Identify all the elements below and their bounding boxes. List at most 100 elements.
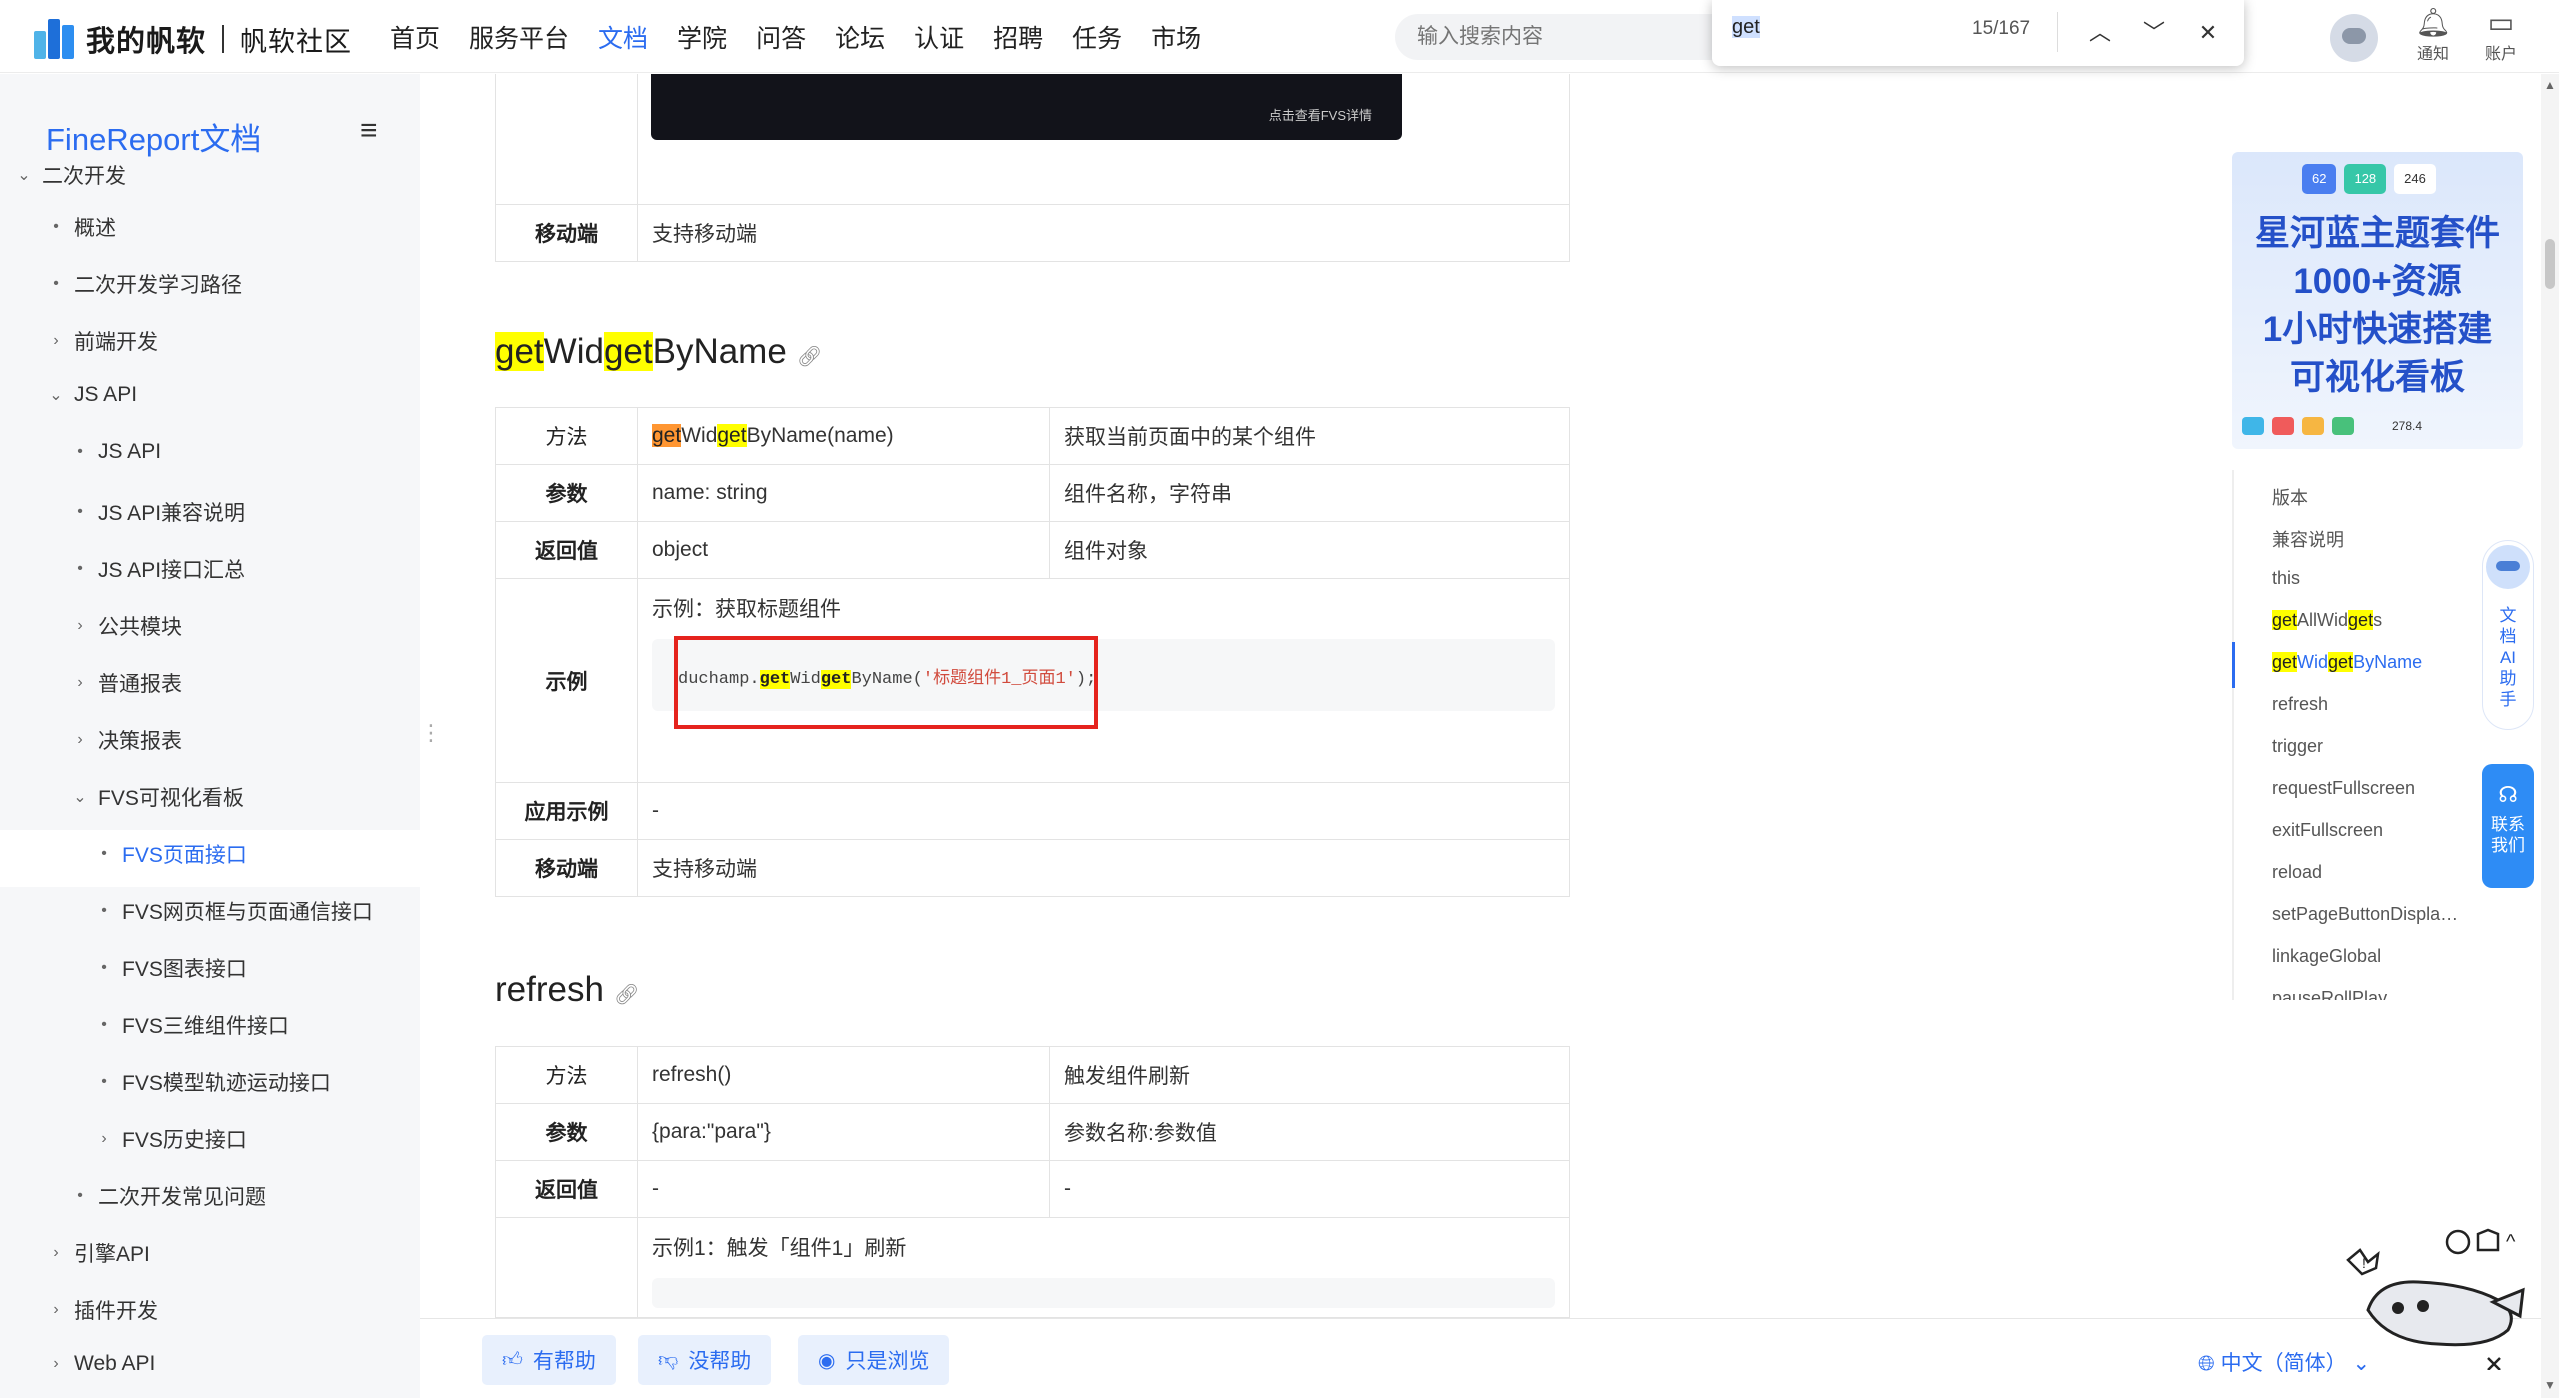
scroll-down-icon[interactable]: ▼ [2544, 1378, 2556, 1392]
chevron-right-icon: › [53, 1301, 59, 1318]
helpful-button[interactable]: 👍︎ 有帮助 [482, 1335, 616, 1385]
sidebar-item[interactable]: • 概述 [48, 212, 116, 242]
scrollbar-thumb[interactable] [2545, 239, 2555, 289]
table-key: 参数 [495, 464, 638, 522]
toc-item[interactable]: linkageGlobal [2272, 946, 2381, 967]
ai-assistant-button[interactable]: 文档AI助手 [2482, 540, 2534, 730]
nav-certification[interactable]: 认证 [914, 19, 964, 55]
nav-forum[interactable]: 论坛 [835, 19, 885, 55]
sidebar-item[interactable]: › 引擎API [48, 1238, 150, 1268]
sidebar-item[interactable]: • FVS网页框与页面通信接口 [96, 896, 373, 926]
chevron-down-icon: ﹀ [2142, 20, 2165, 45]
nav-service[interactable]: 服务平台 [469, 19, 569, 55]
doc-title[interactable]: FineReport文档 [46, 114, 261, 159]
promo-banner[interactable]: 62 128 246 星河蓝主题套件 1000+资源 1小时快速搭建 可视化看板… [2232, 152, 2523, 449]
refresh-heading: refresh 🔗︎ [495, 970, 640, 1009]
table-key: 返回值 [495, 1160, 638, 1218]
nav-tasks[interactable]: 任务 [1072, 19, 1122, 55]
sidebar-resize-handle[interactable]: ⋮ [420, 720, 442, 746]
avatar[interactable] [2330, 14, 2378, 62]
toc-item[interactable]: exitFullscreen [2272, 820, 2383, 841]
table-value: 支持移动端 [637, 204, 1570, 262]
nav-docs[interactable]: 文档 [598, 19, 648, 55]
toc-item-getallwidgets[interactable]: getAllWidgets [2272, 610, 2382, 631]
nav-qa[interactable]: 问答 [756, 19, 806, 55]
link-icon[interactable]: 🔗︎ [797, 346, 822, 368]
page-scrollbar[interactable]: ▲ ▼ [2541, 74, 2559, 1398]
table-row: 方法 refresh() 触发组件刷新 [495, 1046, 1570, 1104]
not-helpful-button[interactable]: 👎︎ 没帮助 [638, 1335, 772, 1385]
menu-collapse-icon[interactable]: ≡ [360, 114, 378, 148]
logo[interactable]: 我的帆软 帆软社区 [34, 18, 352, 60]
nav-academy[interactable]: 学院 [677, 19, 727, 55]
toc-item[interactable]: refresh [2272, 694, 2328, 715]
find-next-button[interactable]: ﹀ [2136, 15, 2172, 51]
banner-stat: 62 [2302, 164, 2337, 194]
toc-item[interactable]: trigger [2272, 736, 2323, 757]
banner-line: 1000+资源 [2293, 262, 2462, 301]
sidebar-item[interactable]: › 决策报表 [72, 725, 182, 755]
sidebar-item[interactable]: › 前端开发 [48, 326, 158, 356]
sidebar-item[interactable]: ⌄ JS API [48, 383, 137, 407]
sidebar-item[interactable]: • JS API接口汇总 [72, 554, 245, 584]
find-prev-button[interactable]: ︿ [2082, 15, 2118, 51]
sidebar-item[interactable]: • 二次开发学习路径 [48, 269, 242, 299]
sidebar-item-label: FVS历史接口 [122, 1129, 247, 1152]
sidebar-item[interactable]: › 公共模块 [72, 611, 182, 641]
sidebar-item[interactable]: • FVS图表接口 [96, 953, 247, 983]
sidebar-item[interactable]: ⌄ FVS可视化看板 [72, 782, 244, 812]
sidebar-item[interactable]: ⌄ 二次开发 [16, 160, 126, 190]
find-query-text: get [1732, 16, 1760, 38]
sidebar-item-label: 决策报表 [98, 730, 182, 753]
notify-label: 通知 [2416, 46, 2449, 63]
feedback-footer: 👍︎ 有帮助 👎︎ 没帮助 ◉ 只是浏览 🌐︎ 中文（简体） ⌄ [420, 1318, 2541, 1398]
notify-button[interactable]: 🔔︎ 通知 [2408, 8, 2458, 64]
just-browsing-button[interactable]: ◉ 只是浏览 [798, 1335, 950, 1385]
chevron-right-icon: › [53, 1244, 59, 1261]
thumbs-up-icon: 👍︎ [502, 1349, 523, 1371]
table-row: 返回值 object 组件对象 [495, 521, 1570, 579]
sidebar-item[interactable]: • JS API兼容说明 [72, 497, 245, 527]
sidebar-item[interactable]: • FVS模型轨迹运动接口 [96, 1067, 331, 1097]
banner-stats: 62 128 246 [2302, 164, 2444, 194]
toc-item[interactable]: setPageButtonDispla… [2272, 904, 2458, 925]
sidebar-item[interactable]: › 插件开发 [48, 1295, 158, 1325]
toc-item[interactable]: pauseRollPlay [2272, 988, 2387, 1000]
svg-text:!: ! [2362, 1255, 2366, 1271]
toc-item[interactable]: reload [2272, 862, 2322, 883]
bullet-icon: • [77, 1187, 83, 1204]
nav-jobs[interactable]: 招聘 [993, 19, 1043, 55]
banner-stat: 128 [2344, 164, 2387, 194]
sidebar-item[interactable]: • FVS页面接口 [96, 839, 247, 869]
bullet-icon: • [77, 560, 83, 577]
toc-item[interactable]: requestFullscreen [2272, 778, 2415, 799]
sidebar-item[interactable]: › FVS历史接口 [96, 1124, 247, 1154]
sidebar-item-label: 普通报表 [98, 673, 182, 696]
nav-market[interactable]: 市场 [1151, 19, 1201, 55]
table-value: - [637, 1160, 1050, 1218]
banner-stat: 246 [2394, 164, 2436, 194]
toc-item[interactable]: this [2272, 568, 2300, 589]
scroll-up-icon[interactable]: ▲ [2544, 78, 2556, 92]
toc-item-getwidgetbyname[interactable]: getWidgetByName [2272, 652, 2422, 673]
find-close-button[interactable]: ✕ [2190, 15, 2226, 51]
toc-item[interactable]: 兼容说明 [2272, 526, 2344, 552]
sidebar-item[interactable]: › Web API [48, 1352, 155, 1376]
find-query[interactable]: get [1732, 16, 1760, 39]
mascot-illustration[interactable]: ! ^ [2338, 1220, 2538, 1370]
sidebar-item[interactable]: • 二次开发常见问题 [72, 1181, 266, 1211]
search-input[interactable] [1395, 14, 1735, 60]
sidebar-item-label: JS API兼容说明 [98, 502, 246, 525]
contact-us-button[interactable]: ☊ 联系我们 [2482, 764, 2534, 888]
code-block[interactable] [652, 1278, 1555, 1308]
sidebar-item[interactable]: • JS API [72, 440, 161, 464]
sidebar-item[interactable]: • FVS三维组件接口 [96, 1010, 289, 1040]
search-box [1395, 14, 1735, 60]
sidebar-item[interactable]: › 普通报表 [72, 668, 182, 698]
eye-icon: ◉ [818, 1349, 836, 1372]
toc-item[interactable]: 版本 [2272, 484, 2308, 510]
link-icon[interactable]: 🔗︎ [614, 984, 639, 1006]
nav-home[interactable]: 首页 [390, 19, 440, 55]
example-caption: 示例：获取标题组件 [652, 598, 841, 621]
account-button[interactable]: ▭ 账户 [2476, 8, 2526, 64]
